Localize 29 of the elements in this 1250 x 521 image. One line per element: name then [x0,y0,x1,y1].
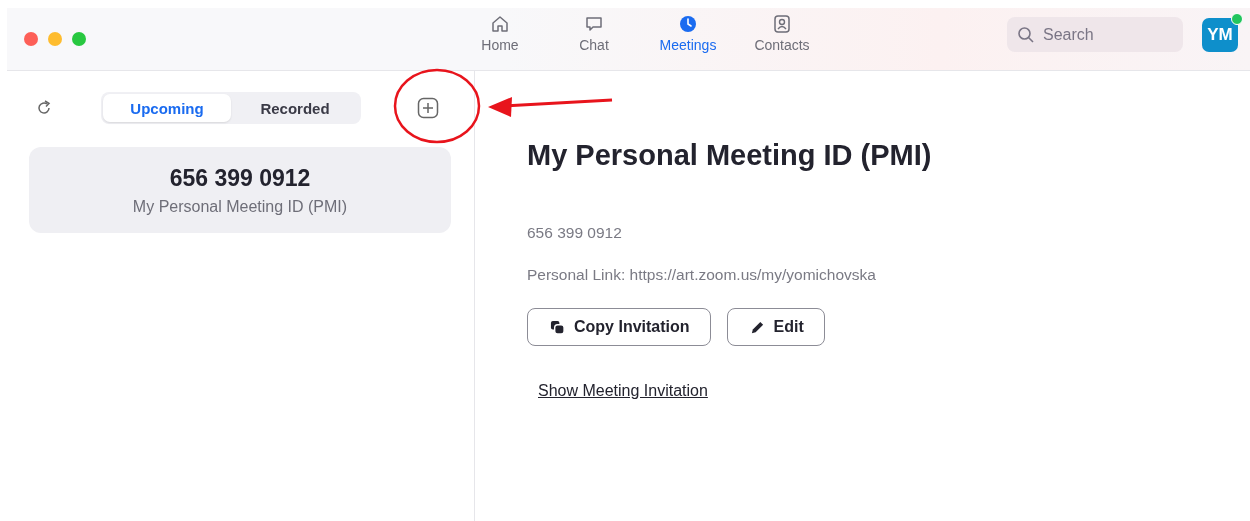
search-icon [1017,25,1035,44]
window-control-button[interactable] [24,32,38,46]
show-invitation-link[interactable]: Show Meeting Invitation [538,382,708,400]
add-icon[interactable] [417,97,439,119]
contact-card-icon [772,14,792,34]
action-button[interactable]: Edit [726,308,825,346]
meeting-title: My Personal Meeting ID (PMI) [132,197,348,216]
copy-icon [550,319,565,335]
window-control-button[interactable] [72,32,86,46]
clock-icon [678,14,698,34]
meeting-number: 656 399 0912 [527,224,622,242]
nav-tab[interactable]: Home [453,14,547,53]
segment-tab[interactable]: Recorded [231,94,359,122]
window-control-button[interactable] [48,32,62,46]
nav-tab[interactable]: Meetings [641,14,735,53]
meeting-number: 656 399 0912 [169,164,311,192]
nav-tab[interactable]: Contacts [735,14,829,53]
meeting-heading: My Personal Meeting ID (PMI) [527,139,933,172]
pencil-icon [749,319,765,335]
segment-tab[interactable]: Upcoming [103,94,231,122]
speech-bubble-icon [584,14,604,34]
avatar[interactable]: YM [1202,18,1238,52]
search-field[interactable]: Search [1007,17,1183,52]
house-icon [490,14,510,34]
refresh-icon[interactable] [35,99,53,117]
meeting-card[interactable]: 656 399 0912 My Personal Meeting ID (PMI) [29,147,451,233]
action-button[interactable]: Copy Invitation [527,308,711,346]
nav-tab[interactable]: Chat [547,14,641,53]
online-status-dot [1231,13,1243,25]
